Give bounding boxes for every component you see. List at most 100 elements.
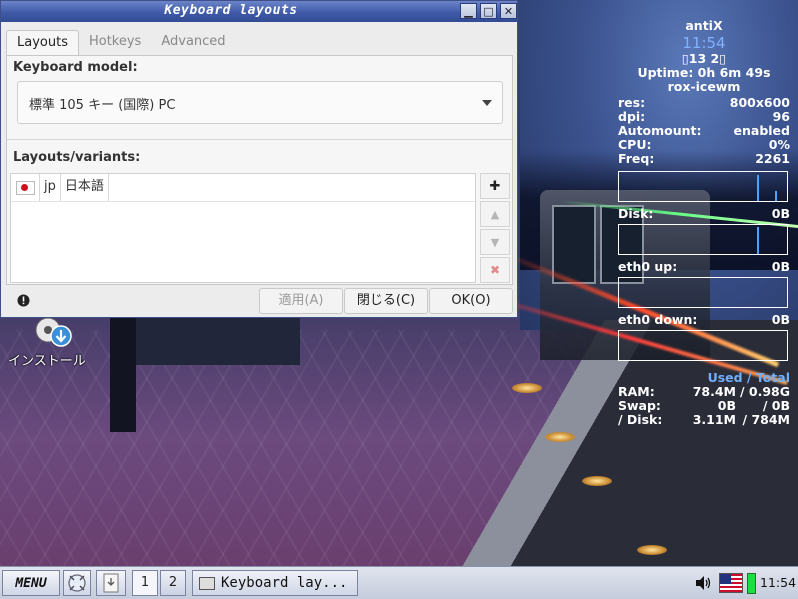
tab-hotkeys[interactable]: Hotkeys xyxy=(79,30,151,56)
conky-wm: rox-icewm xyxy=(667,79,741,94)
apply-button[interactable]: 適用(A) xyxy=(259,288,343,314)
maximize-button[interactable]: □ xyxy=(480,3,497,19)
arrow-down-icon: ▼ xyxy=(490,235,500,249)
conky-stat-label: Freq: xyxy=(618,151,655,166)
remove-layout-button[interactable]: ✖ xyxy=(480,257,510,283)
disk-graph xyxy=(618,224,788,255)
keyboard-icon xyxy=(199,577,215,590)
eth-down-graph xyxy=(618,330,788,361)
conky-memory-row: Swap: 0B / 0B xyxy=(618,399,790,413)
maximize-icon: □ xyxy=(483,4,494,18)
remove-icon: ✖ xyxy=(489,263,501,277)
conky-stat-row: dpi: 96 xyxy=(618,110,790,124)
conky-stat-value: enabled xyxy=(733,123,790,138)
workspace-1-button[interactable]: 1 xyxy=(132,570,158,596)
tab-layouts[interactable]: Layouts xyxy=(6,30,79,56)
arrow-up-icon: ▲ xyxy=(490,207,500,221)
wallpaper-lamp xyxy=(582,476,612,486)
window-titlebar[interactable]: Keyboard layouts ▁ □ ✕ xyxy=(1,1,517,22)
conky-eth-down-row: eth0 down: 0B xyxy=(618,312,790,328)
info-icon[interactable] xyxy=(17,294,30,307)
taskbar-task-keyboard-layouts[interactable]: Keyboard lay... xyxy=(192,570,358,596)
keyboard-model-value: 標準 105 キー (国際) PC xyxy=(29,98,176,113)
task-label: Keyboard lay... xyxy=(221,575,348,591)
conky-memory-total: / 784M xyxy=(742,412,790,427)
tab-advanced[interactable]: Advanced xyxy=(151,30,235,56)
conky-uptime: Uptime: 0h 6m 49s xyxy=(637,65,771,80)
disk-graph-spike xyxy=(757,227,759,254)
conky-distro: antiX xyxy=(685,18,723,33)
section-divider xyxy=(7,139,512,140)
eth-up-graph xyxy=(618,277,788,308)
layouts-list[interactable]: jp 日本語 xyxy=(10,173,476,283)
keyboard-layouts-window: Keyboard layouts ▁ □ ✕ Layouts Hotkeys A… xyxy=(0,0,518,318)
layout-code: jp xyxy=(40,174,61,201)
battery-icon[interactable] xyxy=(747,573,756,594)
show-desktop-icon xyxy=(68,574,86,592)
close-button[interactable]: 閉じる(C) xyxy=(344,288,428,314)
dropdown-arrow-icon xyxy=(482,100,492,106)
conky-memory-total: / 0B xyxy=(762,398,790,413)
layout-name: 日本語 xyxy=(61,174,109,201)
conky-memory-row: RAM: 78.4M/ 0.98G xyxy=(618,385,790,399)
conky-stat-label: CPU: xyxy=(618,137,652,152)
conky-eth-up-label: eth0 up: xyxy=(618,259,678,274)
jp-flag-icon xyxy=(15,180,35,195)
conky-memory-label: RAM: xyxy=(618,384,655,399)
window-title: Keyboard layouts xyxy=(164,3,298,18)
conky-memory-total: / 0.98G xyxy=(739,384,790,399)
install-icon xyxy=(35,317,72,347)
wallpaper-lamp xyxy=(512,383,542,393)
conky-clock: 11:54 xyxy=(682,34,726,52)
conky-stat-value: 800x600 xyxy=(729,95,790,110)
conky-disk-value: 0B xyxy=(771,206,790,221)
conky-memory-row: / Disk: 3.11M / 784M xyxy=(618,413,790,427)
conky-disk-label: Disk: xyxy=(618,206,654,221)
add-layout-button[interactable]: ✚ xyxy=(480,173,510,199)
list-item[interactable]: jp 日本語 xyxy=(11,174,475,202)
conky-stat-value: 2261 xyxy=(755,151,790,166)
file-manager-icon xyxy=(103,573,119,593)
keyboard-model-heading: Keyboard model: xyxy=(13,60,138,75)
conky-memory-label: Swap: xyxy=(618,398,661,413)
conky-stat-row: res: 800x600 xyxy=(618,96,790,110)
conky-stat-value: 0% xyxy=(768,137,790,152)
move-up-button[interactable]: ▲ xyxy=(480,201,510,227)
start-menu-button[interactable]: MENU xyxy=(2,570,60,596)
file-manager-button[interactable] xyxy=(96,570,126,596)
cpu-graph xyxy=(618,171,788,202)
keyboard-model-dropdown[interactable]: 標準 105 キー (国際) PC xyxy=(17,81,503,124)
conky-memory-used: 78.4M xyxy=(692,384,736,399)
wallpaper-lamp xyxy=(637,545,667,555)
flag-cell xyxy=(11,174,40,201)
wallpaper-train-window xyxy=(552,205,596,284)
conky-used-total-header: Used / Total xyxy=(707,370,790,385)
show-desktop-button[interactable] xyxy=(63,570,91,596)
tab-bar: Layouts Hotkeys Advanced xyxy=(6,30,236,56)
conky-stat-label: Automount: xyxy=(618,123,702,138)
wallpaper-pillar xyxy=(110,300,136,432)
cpu-graph-spike xyxy=(757,175,759,201)
install-icon-label: インストール xyxy=(8,354,86,369)
conky-date: ▯13 2▯ xyxy=(681,51,727,66)
taskbar: MENU 1 2 Keyboard lay... 11:54 xyxy=(0,566,798,599)
conky-memory-used: 3.11M xyxy=(692,412,736,427)
conky-eth-up-row: eth0 up: 0B xyxy=(618,259,790,275)
close-window-button[interactable]: ✕ xyxy=(500,3,517,19)
keyboard-layout-us-flag-icon[interactable] xyxy=(719,573,743,593)
ok-button[interactable]: OK(O) xyxy=(429,288,513,314)
move-down-button[interactable]: ▼ xyxy=(480,229,510,255)
conky-memory-used: 0B xyxy=(717,398,736,413)
install-desktop-icon[interactable]: インストール xyxy=(8,316,92,372)
conky-stat-label: dpi: xyxy=(618,109,646,124)
conky-disk-row: Disk: 0B xyxy=(618,206,790,222)
minimize-button[interactable]: ▁ xyxy=(460,3,477,19)
conky-stat-row: Freq: 2261 xyxy=(618,152,790,166)
layouts-variants-heading: Layouts/variants: xyxy=(13,150,141,165)
workspace-2-button[interactable]: 2 xyxy=(160,570,186,596)
conky-eth-down-label: eth0 down: xyxy=(618,312,698,327)
taskbar-clock[interactable]: 11:54 xyxy=(760,575,796,590)
conky-stat-value: 96 xyxy=(772,109,790,124)
volume-icon[interactable] xyxy=(694,574,712,592)
layouts-tab-panel: Keyboard model: 標準 105 キー (国際) PC Layout… xyxy=(6,55,513,285)
